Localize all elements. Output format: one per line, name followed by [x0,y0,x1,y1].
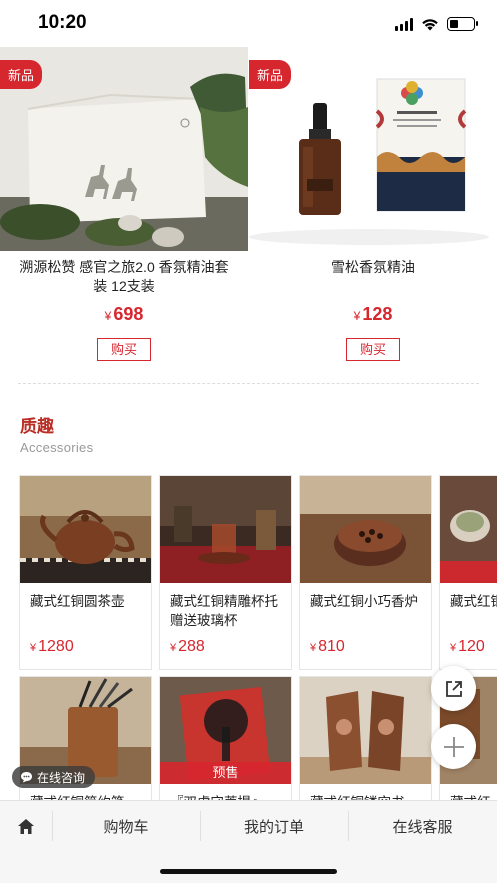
product-price: ¥698 [104,304,144,324]
online-consult-button[interactable]: 在线咨询 [12,766,96,788]
grid-product-card[interactable]: 藏式红铜镂空书 [299,676,432,805]
share-button[interactable] [431,666,476,711]
product-price: ¥128 [353,304,393,324]
product-price: ¥288 [170,638,205,655]
product-price: ¥810 [310,638,345,655]
grid-product-card[interactable]: 藏式红铜小巧香炉 ¥810 [299,475,432,670]
section-subtitle: Accessories [20,440,94,455]
new-badge: 新品 [0,60,43,89]
product-price: ¥120 [450,638,485,655]
product-title[interactable]: 溯源松赞 感官之旅2.0 香氛精油套装 12支装 [14,258,234,296]
home-icon [18,818,34,834]
featured-products: 新品 溯源松赞 感官之旅2.0 香氛精油套装 12支装 ¥698 购买 新品 雪… [0,47,497,375]
product-image[interactable] [20,476,151,583]
status-bar: 10:20 [0,0,497,47]
product-title: 藏式红铜小巧香炉 [310,594,418,609]
section-title: 质趣 [20,417,54,436]
product-image[interactable] [300,476,431,583]
buy-button[interactable]: 购买 [97,338,151,361]
add-button[interactable] [431,724,476,769]
product-image[interactable] [300,677,431,784]
product-title: 藏式红铜 多种款 [450,594,497,609]
share-icon [445,680,462,697]
grid-product-card[interactable]: 藏式红铜精雕杯托 赠送玻璃杯 ¥288 [159,475,292,670]
wifi-icon [422,19,438,31]
product-title[interactable]: 雪松香氛精油 [263,258,483,277]
product-card[interactable]: 新品 溯源松赞 感官之旅2.0 香氛精油套装 12支装 ¥698 购买 [0,47,248,375]
grid-product-card[interactable]: 预 藏式红铜 多种款 ¥120 [439,475,497,670]
consult-label: 在线咨询 [37,770,86,785]
tab-cart[interactable]: 购物车 [52,801,200,851]
battery-icon [447,17,478,31]
new-badge: 新品 [249,60,292,89]
divider [18,383,479,384]
presale-badge: 预 [440,561,497,583]
grid-product-card[interactable]: 预售 『双虎守菩提』 [159,676,292,805]
tab-home[interactable] [0,801,52,851]
status-time: 10:20 [38,12,87,33]
tab-my-orders[interactable]: 我的订单 [200,801,348,851]
home-indicator[interactable] [160,869,337,874]
chat-bubble-icon [21,772,32,783]
product-title: 藏式红铜圆茶壶 [30,594,125,609]
status-icons [395,15,478,33]
buy-button[interactable]: 购买 [346,338,400,361]
tab-customer-service[interactable]: 在线客服 [348,801,497,851]
grid-product-card[interactable]: 藏式红铜圆茶壶 ¥1280 [19,475,152,670]
product-card[interactable]: 新品 雪松香氛精油 ¥128 购买 [249,47,497,375]
product-title: 藏式红铜精雕杯托 赠送玻璃杯 [170,594,278,628]
cellular-signal-icon [395,17,413,31]
presale-badge: 预售 [160,762,291,784]
product-image[interactable]: 预售 [160,677,291,784]
product-image[interactable]: 预 [440,476,497,583]
plus-icon [443,736,464,757]
product-image[interactable] [160,476,291,583]
product-grid: 藏式红铜圆茶壶 ¥1280 藏式红铜精雕杯托 赠送玻璃杯 ¥288 藏式红铜小巧… [19,475,497,805]
product-price: ¥1280 [30,638,74,655]
